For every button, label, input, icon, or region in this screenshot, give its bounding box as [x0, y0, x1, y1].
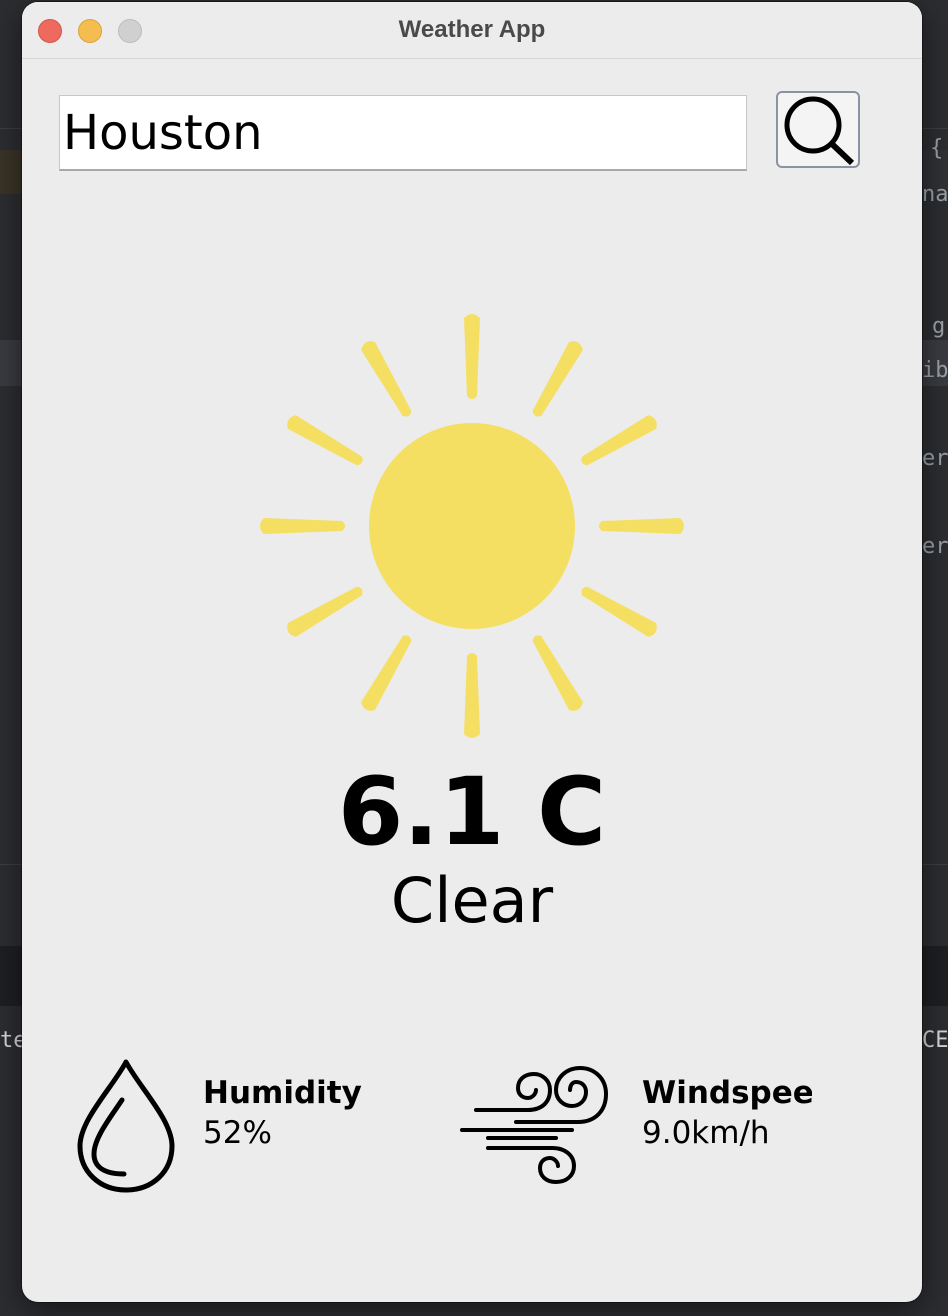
title-bar[interactable]: Weather App	[22, 2, 922, 59]
windspeed-label-container: Windspeed	[642, 1076, 812, 1116]
background-highlight	[0, 150, 22, 194]
humidity-label: Humidity	[203, 1075, 362, 1111]
window-title: Weather App	[398, 16, 546, 43]
search-icon	[784, 96, 855, 166]
background-code-fragment: ib	[922, 358, 948, 383]
humidity-value: 52%	[203, 1115, 272, 1151]
background-code-fragment: CE	[922, 1028, 948, 1053]
background-code-fragment: te	[0, 1028, 22, 1053]
water-drop-icon	[77, 1059, 175, 1193]
weather-condition-text: Clear	[390, 864, 554, 937]
background-code-fragment: na	[922, 182, 948, 207]
city-search-input[interactable]	[59, 95, 747, 171]
windspeed-value: 9.0km/h	[642, 1115, 770, 1151]
sun-icon	[260, 314, 684, 738]
temperature-text: 6.1 C	[337, 758, 607, 867]
background-code-fragment: g	[932, 314, 946, 339]
weather-app-window: Weather App 6	[22, 2, 922, 1302]
wind-icon	[460, 1065, 609, 1185]
background-code-fragment: {	[930, 136, 944, 161]
background-code-fragment: er	[922, 534, 948, 559]
background-stripe	[0, 340, 22, 386]
windspeed-label: Windspeed	[642, 1076, 812, 1111]
background-code-fragment: er	[922, 446, 948, 471]
search-button[interactable]	[776, 91, 860, 168]
